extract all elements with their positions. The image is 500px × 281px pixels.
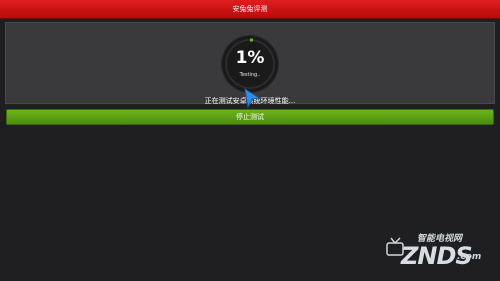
app-title-bar: 安兔兔评测 [0,0,500,19]
progress-percent: 1% [235,48,265,68]
znds-watermark: 智能电视网 ZNDS .com [383,228,495,276]
progress-gauge: 1% Testing.. [222,36,278,92]
app-title: 安兔兔评测 [232,5,268,13]
testing-label: Testing.. [239,72,261,78]
pointer-cursor-icon [244,88,260,108]
watermark-suffix: .com [457,252,482,262]
stop-test-button[interactable]: 停止测试 [6,109,494,125]
